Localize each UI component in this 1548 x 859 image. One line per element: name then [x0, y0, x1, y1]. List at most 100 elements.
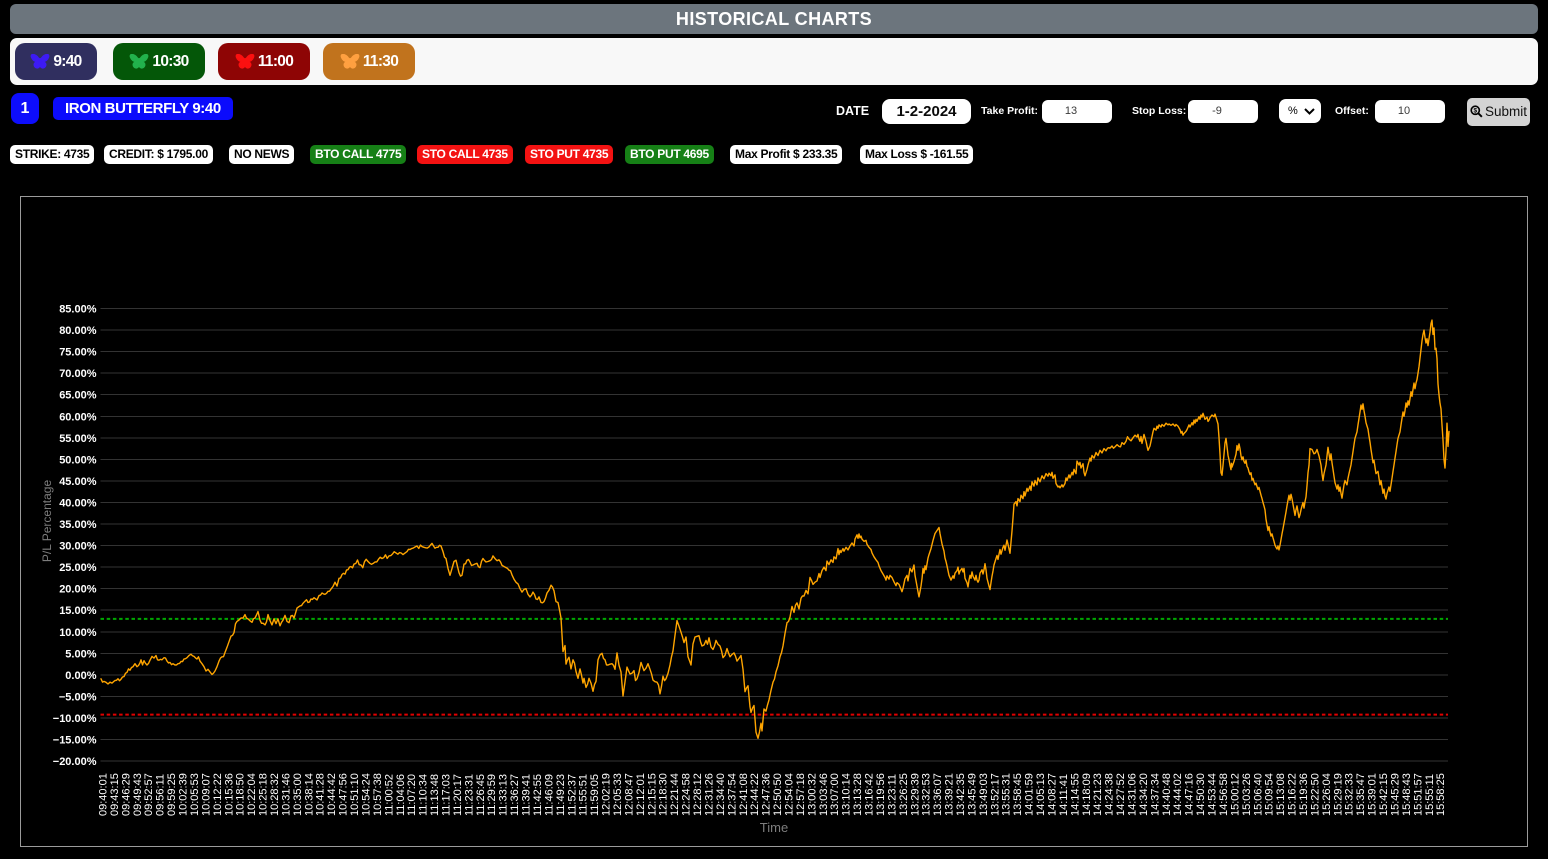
- svg-text:11:23:31: 11:23:31: [463, 774, 475, 816]
- svg-text:13:13:28: 13:13:28: [852, 773, 864, 816]
- svg-text:11:36:27: 11:36:27: [509, 774, 521, 816]
- svg-text:−20.00%: −20.00%: [53, 756, 97, 768]
- svg-text:09:49:43: 09:49:43: [132, 773, 144, 816]
- svg-text:11:42:55: 11:42:55: [532, 774, 544, 816]
- svg-text:12:54:04: 12:54:04: [784, 773, 796, 816]
- svg-text:14:56:58: 14:56:58: [1218, 773, 1230, 816]
- svg-text:14:01:59: 14:01:59: [1024, 773, 1036, 816]
- svg-text:12:18:30: 12:18:30: [658, 773, 670, 816]
- svg-text:12:15:15: 12:15:15: [646, 773, 658, 816]
- svg-text:13:10:14: 13:10:14: [841, 773, 853, 816]
- svg-text:13:45:49: 13:45:49: [966, 773, 978, 816]
- svg-text:13:07:00: 13:07:00: [829, 773, 841, 816]
- svg-text:15:09:54: 15:09:54: [1264, 773, 1276, 816]
- svg-text:15:48:43: 15:48:43: [1401, 773, 1413, 816]
- svg-text:13:49:03: 13:49:03: [978, 773, 990, 816]
- svg-text:14:44:02: 14:44:02: [1172, 773, 1184, 816]
- svg-text:13:26:25: 13:26:25: [898, 773, 910, 816]
- svg-text:25.00%: 25.00%: [59, 562, 97, 574]
- svg-text:13:36:07: 13:36:07: [932, 773, 944, 816]
- svg-text:14:14:55: 14:14:55: [1069, 773, 1081, 816]
- svg-text:14:37:34: 14:37:34: [1149, 773, 1161, 816]
- svg-text:12:34:40: 12:34:40: [715, 773, 727, 816]
- svg-text:0.00%: 0.00%: [65, 670, 96, 682]
- svg-text:11:07:20: 11:07:20: [406, 774, 418, 816]
- svg-text:15:55:11: 15:55:11: [1424, 774, 1436, 816]
- svg-text:Time: Time: [760, 820, 788, 835]
- svg-text:12:41:08: 12:41:08: [738, 773, 750, 816]
- svg-text:15:29:19: 15:29:19: [1332, 773, 1344, 816]
- svg-text:70.00%: 70.00%: [59, 368, 97, 380]
- svg-text:15:16:22: 15:16:22: [1287, 773, 1299, 816]
- svg-text:11:29:59: 11:29:59: [486, 774, 498, 816]
- svg-text:15:19:36: 15:19:36: [1298, 773, 1310, 816]
- svg-text:12:31:26: 12:31:26: [703, 773, 715, 816]
- svg-text:12:08:47: 12:08:47: [623, 773, 635, 816]
- svg-text:11:26:45: 11:26:45: [475, 774, 487, 816]
- svg-text:13:03:46: 13:03:46: [818, 773, 830, 816]
- svg-text:10:47:56: 10:47:56: [338, 773, 350, 816]
- svg-text:−10.00%: −10.00%: [53, 713, 97, 725]
- svg-text:10:57:38: 10:57:38: [372, 773, 384, 816]
- svg-text:11:49:23: 11:49:23: [555, 774, 567, 816]
- svg-text:15.00%: 15.00%: [59, 605, 97, 617]
- svg-text:60.00%: 60.00%: [59, 411, 97, 423]
- svg-text:55.00%: 55.00%: [59, 433, 97, 445]
- svg-text:14:11:41: 14:11:41: [1058, 774, 1070, 816]
- svg-text:10:09:07: 10:09:07: [200, 773, 212, 816]
- svg-text:14:08:27: 14:08:27: [1046, 773, 1058, 816]
- svg-text:10:44:42: 10:44:42: [326, 773, 338, 816]
- svg-text:12:21:44: 12:21:44: [669, 773, 681, 816]
- svg-text:15:00:12: 15:00:12: [1229, 773, 1241, 816]
- svg-text:10:25:18: 10:25:18: [258, 773, 270, 816]
- svg-text:12:28:12: 12:28:12: [692, 773, 704, 816]
- svg-text:P/L Percentage: P/L Percentage: [40, 480, 54, 563]
- svg-text:35.00%: 35.00%: [59, 519, 97, 531]
- svg-text:11:46:09: 11:46:09: [543, 774, 555, 816]
- svg-text:11:17:03: 11:17:03: [441, 774, 453, 816]
- svg-text:15:32:33: 15:32:33: [1344, 773, 1356, 816]
- svg-text:14:21:23: 14:21:23: [1092, 773, 1104, 816]
- svg-text:12:57:18: 12:57:18: [795, 773, 807, 816]
- svg-text:10:41:28: 10:41:28: [315, 773, 327, 816]
- svg-text:40.00%: 40.00%: [59, 497, 97, 509]
- svg-text:11:52:37: 11:52:37: [566, 774, 578, 816]
- svg-text:14:53:44: 14:53:44: [1207, 773, 1219, 816]
- svg-text:14:05:13: 14:05:13: [1035, 773, 1047, 816]
- svg-text:$: $: [1473, 108, 1477, 115]
- svg-text:13:00:32: 13:00:32: [806, 773, 818, 816]
- svg-text:10:22:04: 10:22:04: [246, 773, 258, 816]
- svg-text:14:24:38: 14:24:38: [1104, 773, 1116, 816]
- svg-text:15:35:47: 15:35:47: [1355, 773, 1367, 816]
- svg-text:12:44:22: 12:44:22: [749, 773, 761, 816]
- svg-text:10:38:14: 10:38:14: [303, 773, 315, 816]
- svg-text:11:13:48: 11:13:48: [429, 774, 441, 816]
- svg-text:13:23:11: 13:23:11: [886, 774, 898, 816]
- svg-text:12:47:36: 12:47:36: [761, 773, 773, 816]
- svg-text:13:19:56: 13:19:56: [875, 773, 887, 816]
- svg-text:09:52:57: 09:52:57: [143, 773, 155, 816]
- svg-text:11:33:13: 11:33:13: [498, 774, 510, 816]
- svg-text:11:20:17: 11:20:17: [452, 774, 464, 816]
- svg-text:13:58:45: 13:58:45: [1012, 773, 1024, 816]
- svg-text:12:05:33: 12:05:33: [612, 773, 624, 816]
- svg-text:45.00%: 45.00%: [59, 476, 97, 488]
- svg-text:80.00%: 80.00%: [59, 325, 97, 337]
- svg-text:09:43:15: 09:43:15: [109, 773, 121, 816]
- svg-text:14:40:48: 14:40:48: [1161, 773, 1173, 816]
- svg-text:15:22:50: 15:22:50: [1309, 773, 1321, 816]
- svg-text:09:46:29: 09:46:29: [120, 773, 132, 816]
- svg-text:14:18:09: 14:18:09: [1081, 773, 1093, 816]
- svg-text:65.00%: 65.00%: [59, 390, 97, 402]
- svg-text:13:55:31: 13:55:31: [1001, 773, 1013, 816]
- svg-text:10:31:46: 10:31:46: [280, 773, 292, 816]
- svg-text:−15.00%: −15.00%: [53, 735, 97, 747]
- svg-text:13:29:39: 13:29:39: [909, 773, 921, 816]
- svg-text:11:55:51: 11:55:51: [578, 774, 590, 816]
- svg-text:15:26:04: 15:26:04: [1321, 773, 1333, 816]
- svg-text:11:04:06: 11:04:06: [395, 774, 407, 816]
- svg-text:5.00%: 5.00%: [65, 648, 96, 660]
- svg-text:14:31:06: 14:31:06: [1127, 773, 1139, 816]
- svg-text:15:42:15: 15:42:15: [1378, 773, 1390, 816]
- svg-text:10:12:22: 10:12:22: [212, 773, 224, 816]
